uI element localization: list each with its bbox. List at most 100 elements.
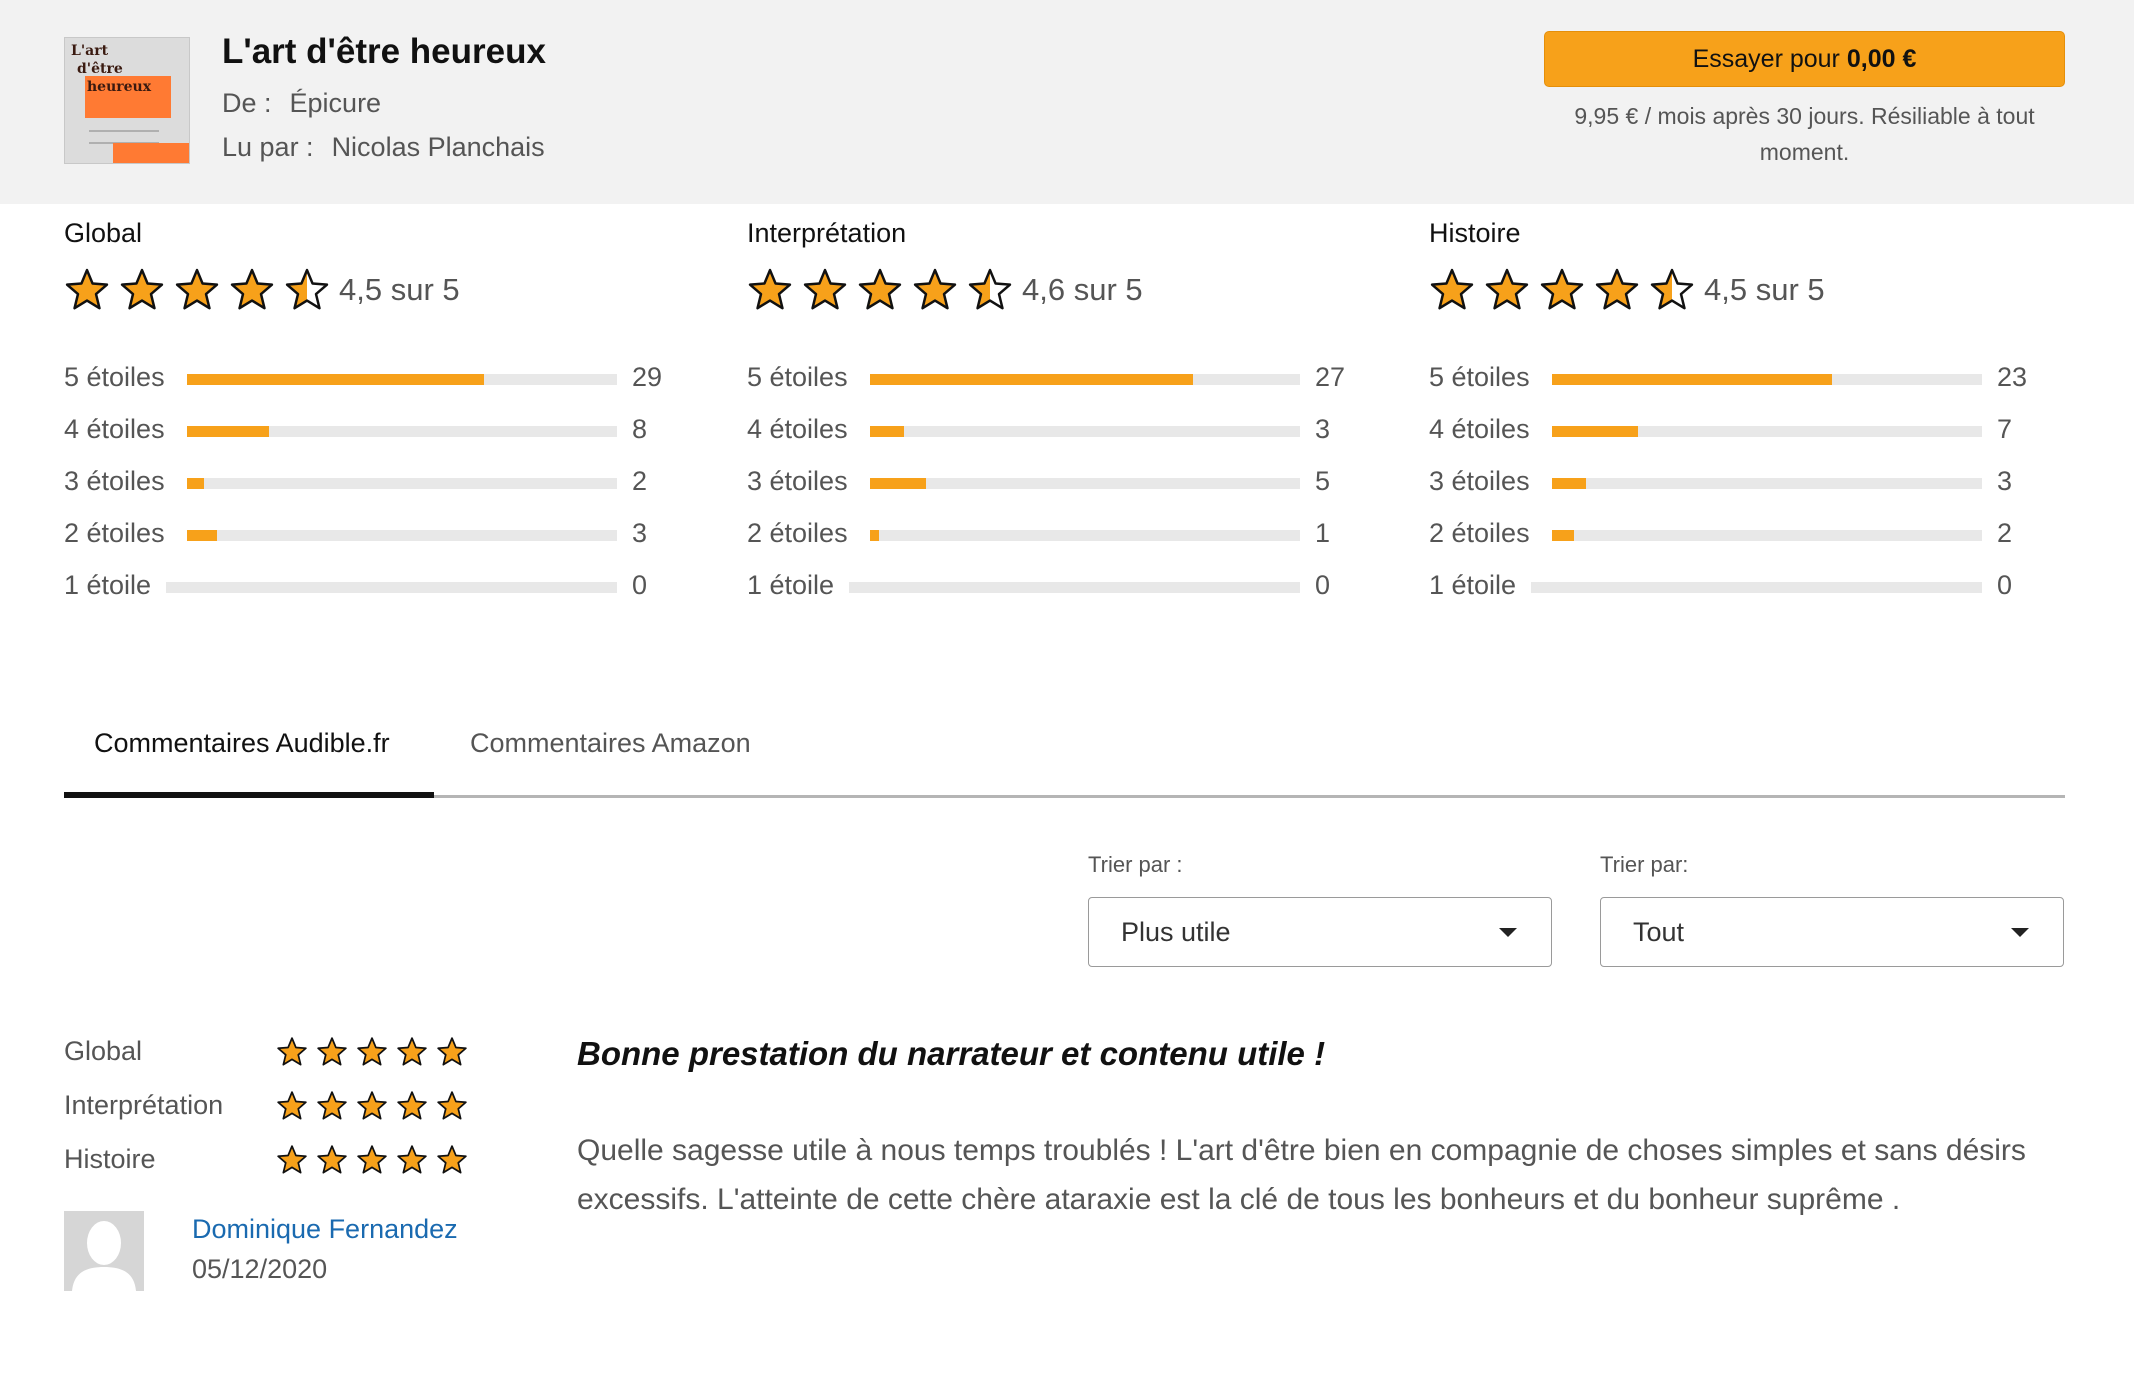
- distribution-bar-track: [870, 530, 1300, 541]
- rating-column-performance: Interprétation 4,6 sur 5 5 étoiles 27 4 ét…: [747, 218, 1347, 600]
- narrator-name[interactable]: Nicolas Planchais: [332, 132, 545, 162]
- distribution-bar-fill: [870, 478, 926, 489]
- review-rating-stars: [276, 1090, 476, 1122]
- reviewer-name[interactable]: Dominique Fernandez: [192, 1214, 458, 1245]
- star-level-count: 3: [1315, 414, 1331, 444]
- star-level-label: 1 étoile: [64, 570, 152, 600]
- distribution-bar-track: [870, 426, 1300, 437]
- distribution-bar-track: [1552, 426, 1982, 437]
- star-icon: [1540, 268, 1584, 310]
- try-free-button[interactable]: Essayer pour 0,00 €: [1544, 31, 2065, 87]
- star-icon: [397, 1145, 427, 1174]
- book-title[interactable]: L'art d'être heureux: [222, 32, 546, 72]
- star-level-count: 5: [1315, 466, 1331, 496]
- star-holder: [64, 267, 339, 313]
- review-rating-label: Global: [64, 1036, 143, 1066]
- cover-subtitle-lines: [89, 130, 159, 144]
- review-rating-stars: [276, 1036, 476, 1068]
- rating-distribution-row: 2 étoiles 3: [64, 508, 664, 560]
- distribution-bar-track: [849, 582, 1300, 593]
- star-icon: [317, 1091, 347, 1120]
- filter-select[interactable]: Tout: [1600, 897, 2064, 967]
- star-level-label: 5 étoiles: [64, 362, 165, 392]
- rating-distribution-row: 5 étoiles 29: [64, 352, 664, 404]
- user-placeholder-icon[interactable]: [64, 1211, 144, 1291]
- star-icon: [277, 1037, 307, 1066]
- cover-title-line2: d'être: [77, 61, 123, 77]
- rating-average: 4,5 sur 5: [1704, 272, 1825, 307]
- distribution-bar-fill: [1552, 530, 1574, 541]
- rating-stars: 4,5 sur 5: [1429, 260, 2029, 320]
- narrator-row: Lu par : Nicolas Planchais: [222, 132, 545, 163]
- rating-distribution-row: 1 étoile 0: [64, 560, 664, 612]
- star-icon: [1595, 268, 1639, 310]
- star-holder: [1429, 267, 1704, 313]
- tab-amazon-reviews[interactable]: Commentaires Amazon: [470, 728, 751, 759]
- star-level-count: 23: [1997, 362, 2028, 392]
- review-rating-row: Global: [64, 1028, 484, 1076]
- subscription-note: 9,95 € / mois après 30 jours. Résiliable…: [1574, 103, 2035, 165]
- star-level-label: 2 étoiles: [64, 518, 165, 548]
- star-level-label: 3 étoiles: [747, 466, 848, 496]
- star-level-label: 1 étoile: [747, 570, 835, 600]
- star-level-label: 2 étoiles: [747, 518, 848, 548]
- author-row: De : Épicure: [222, 88, 381, 119]
- star-level-label: 3 étoiles: [64, 466, 165, 496]
- distribution-bar-track: [187, 374, 617, 385]
- filter-label: Trier par:: [1600, 852, 1689, 877]
- rating-average: 4,5 sur 5: [339, 272, 460, 307]
- distribution-bar-track: [1552, 530, 1982, 541]
- star-icon: [357, 1091, 387, 1120]
- star-level-label: 5 étoiles: [747, 362, 848, 392]
- cover-title-line3: heureux: [87, 79, 152, 95]
- rating-column-global: Global 4,5 sur 5 5 étoiles 29 4 étoiles 8 3 …: [64, 218, 664, 600]
- sort-by-select[interactable]: Plus utile: [1088, 897, 1552, 967]
- distribution-bar-track: [187, 426, 617, 437]
- review-rating-label: Interprétation: [64, 1090, 224, 1120]
- rating-distribution-row: 2 étoiles 1: [747, 508, 1347, 560]
- star-icon: [748, 268, 792, 310]
- tab-audible-reviews[interactable]: Commentaires Audible.fr: [94, 728, 390, 759]
- rating-average: 4,6 sur 5: [1022, 272, 1143, 307]
- sort-by-label: Trier par :: [1088, 852, 1183, 877]
- star-icon: [1485, 268, 1529, 310]
- star-level-count: 29: [632, 362, 663, 392]
- review-rating-row: Interprétation: [64, 1082, 484, 1130]
- star-level-count: 1: [1315, 518, 1331, 548]
- distribution-bar-fill: [1552, 374, 1832, 385]
- product-header: L'art d'être heureux L'art d'être heureu…: [0, 0, 2134, 204]
- sort-by-value: Plus utile: [1121, 916, 1231, 947]
- star-level-label: 4 étoiles: [64, 414, 165, 444]
- star-holder: [747, 267, 1022, 313]
- star-icon: [437, 1091, 467, 1120]
- book-cover[interactable]: L'art d'être heureux: [64, 37, 190, 164]
- star-level-count: 0: [1997, 570, 2013, 600]
- star-icon: [397, 1091, 427, 1120]
- star-icon: [357, 1145, 387, 1174]
- star-level-count: 2: [1997, 518, 2013, 548]
- review-rating-label: Histoire: [64, 1144, 156, 1174]
- distribution-bar-track: [187, 478, 617, 489]
- star-icon: [175, 268, 219, 310]
- star-level-label: 1 étoile: [1429, 570, 1517, 600]
- star-icon: [858, 268, 902, 310]
- star-level-count: 0: [632, 570, 648, 600]
- distribution-bar-track: [1552, 374, 1982, 385]
- distribution-bar-fill: [1552, 478, 1586, 489]
- review-rating-stars: [276, 1144, 476, 1176]
- star-icon: [65, 268, 109, 310]
- distribution-bar-fill: [187, 426, 269, 437]
- star-level-label: 4 étoiles: [747, 414, 848, 444]
- rating-distribution-row: 2 étoiles 2: [1429, 508, 2029, 560]
- distribution-bar-fill: [187, 530, 217, 541]
- star-icon: [277, 1145, 307, 1174]
- author-name[interactable]: Épicure: [290, 88, 382, 118]
- distribution-bar-fill: [187, 374, 484, 385]
- star-icon: [317, 1037, 347, 1066]
- star-level-count: 3: [1997, 466, 2013, 496]
- half-star-icon: [285, 268, 329, 310]
- star-icon: [803, 268, 847, 310]
- distribution-bar-track: [870, 374, 1300, 385]
- rating-stars: 4,5 sur 5: [64, 260, 664, 320]
- half-star-icon: [1650, 268, 1694, 310]
